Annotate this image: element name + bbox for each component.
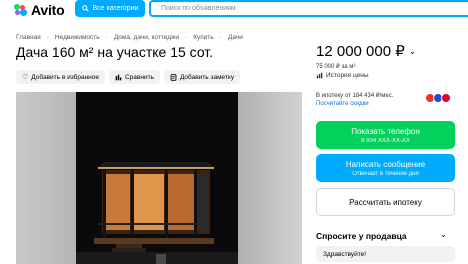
breadcrumb-item[interactable]: Дачи <box>228 34 243 41</box>
breadcrumb-separator: · <box>219 34 222 41</box>
price-per-meter: 75 000 ₽ за м² <box>316 64 356 70</box>
price-history-link[interactable]: История цены <box>316 72 369 79</box>
greeting-label: Здравствуйте! <box>323 250 367 258</box>
heart-icon: ♡ <box>22 74 29 81</box>
price[interactable]: 12 000 000 ₽ ⌄ <box>316 42 416 60</box>
mortgage-info: В ипотеку от 184 434 ₽/мес. Посчитайте с… <box>316 92 393 108</box>
mortgage-discount-link[interactable]: Посчитайте скидки <box>316 100 393 108</box>
breadcrumb-item[interactable]: Купить <box>193 34 214 41</box>
response-time-note: Отвечает в течение дня <box>352 170 419 177</box>
add-favorite-label: Добавить в избранное <box>31 73 99 81</box>
all-categories-button[interactable]: Все категории <box>75 0 145 17</box>
add-note-label: Добавить заметку <box>179 73 235 81</box>
page-title: Дача 160 м² на участке 15 сот. <box>16 44 214 60</box>
compare-label: Сравнить <box>124 73 154 81</box>
gallery-next-image[interactable] <box>238 92 302 264</box>
breadcrumb-item[interactable]: Недвижимость <box>55 34 100 41</box>
phone-number-masked: 8 934 XXX-XX-XX <box>361 137 410 144</box>
price-value: 12 000 000 ₽ <box>316 43 405 60</box>
breadcrumb-separator: · <box>105 34 108 41</box>
mortgage-text: В ипотеку от 184 434 ₽/мес. <box>316 93 394 99</box>
bank-logos <box>425 93 451 103</box>
send-message-label: Написать сообщение <box>345 159 426 169</box>
calculate-mortgage-label: Рассчитать ипотеку <box>349 197 422 207</box>
bank-logo-icon <box>441 93 451 103</box>
show-phone-label: Показать телефон <box>351 126 420 136</box>
compare-button[interactable]: Сравнить <box>108 70 160 84</box>
gallery-prev-image[interactable] <box>16 92 76 264</box>
calculate-mortgage-button[interactable]: Рассчитать ипотеку <box>316 188 455 216</box>
breadcrumb: Главная · Недвижимость · Дома, дачи, кот… <box>16 34 243 41</box>
greeting-chip[interactable]: Здравствуйте! <box>316 246 455 262</box>
main-photo[interactable] <box>76 92 238 264</box>
price-history-label: История цены <box>326 72 369 79</box>
breadcrumb-separator: · <box>185 34 188 41</box>
all-categories-label: Все категории <box>92 5 139 12</box>
breadcrumb-item[interactable]: Главная <box>16 34 41 41</box>
logo-text: Avito <box>31 2 65 18</box>
compare-icon <box>115 74 122 80</box>
house-night-photo <box>76 92 238 264</box>
listing-actions: ♡ Добавить в избранное Сравнить Добавить… <box>16 70 241 84</box>
header: Avito Все категории Поиск по объявлениям <box>0 0 468 22</box>
chevron-down-icon: ⌄ <box>408 46 417 56</box>
breadcrumb-separator: · <box>46 34 49 41</box>
chevron-down-icon[interactable]: ⌄ <box>440 230 447 239</box>
avito-logo[interactable]: Avito <box>14 2 65 18</box>
search-input[interactable]: Поиск по объявлениям <box>149 0 468 17</box>
photo-gallery[interactable] <box>16 92 302 264</box>
ask-seller-heading: Спросите у продавца <box>316 231 407 241</box>
logo-dots-icon <box>14 4 28 16</box>
search-icon <box>81 5 89 12</box>
chart-icon <box>316 72 323 79</box>
note-icon <box>170 73 177 81</box>
add-note-button[interactable]: Добавить заметку <box>163 70 241 84</box>
show-phone-button[interactable]: Показать телефон 8 934 XXX-XX-XX <box>316 121 455 149</box>
add-favorite-button[interactable]: ♡ Добавить в избранное <box>16 70 105 84</box>
breadcrumb-item[interactable]: Дома, дачи, коттеджи <box>114 34 179 41</box>
search-placeholder: Поиск по объявлениям <box>161 5 236 12</box>
send-message-button[interactable]: Написать сообщение Отвечает в течение дн… <box>316 154 455 182</box>
